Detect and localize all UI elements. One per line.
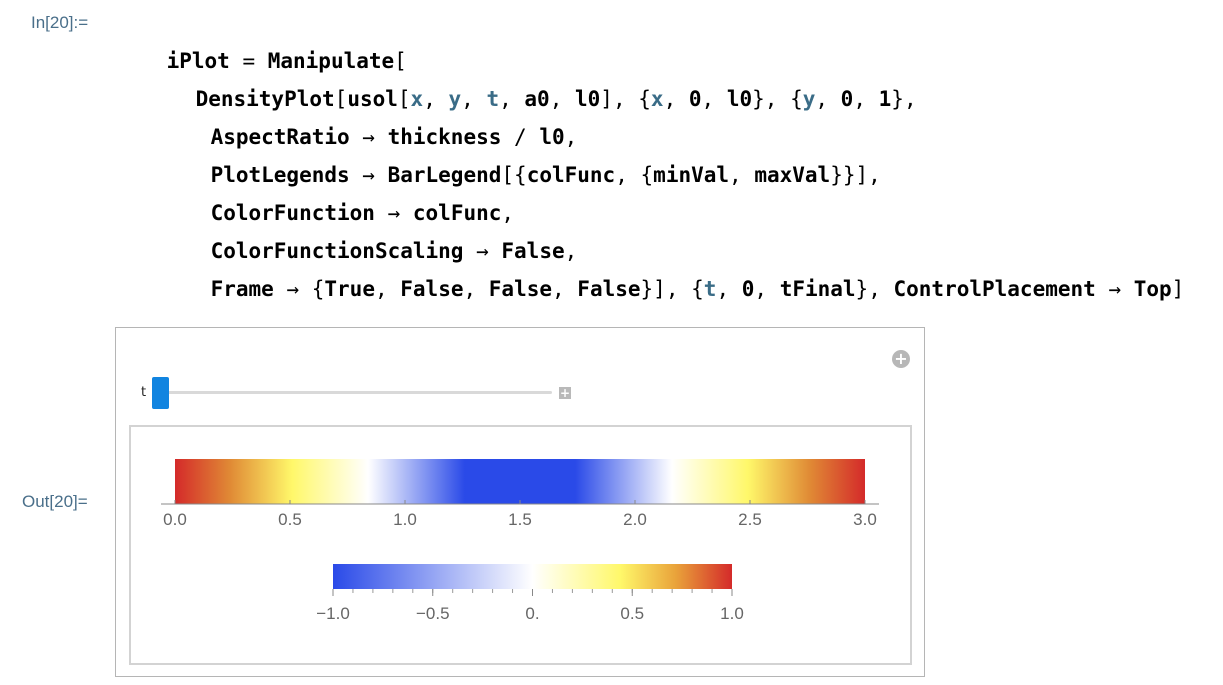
legend-tick-label: 0. <box>525 604 539 623</box>
manipulate-panel: + t + 0.0 0.5 1.0 1.5 2.0 2.5 3.0 −1.0 −… <box>115 327 925 677</box>
plot-pane: 0.0 0.5 1.0 1.5 2.0 2.5 3.0 −1.0 −0.5 0. 0.5 1.0 <box>129 425 912 665</box>
density-plot-image <box>175 459 865 504</box>
t-slider-track[interactable] <box>152 391 552 394</box>
output-cell-label: Out[20]= <box>22 492 88 511</box>
bar-legend-ticks: −1.0 −0.5 0. 0.5 1.0 <box>316 589 744 623</box>
plot-tick-label: 1.0 <box>393 510 417 529</box>
plus-square-icon[interactable]: + <box>559 387 571 399</box>
plot-tick-label: 3.0 <box>853 510 877 529</box>
legend-tick-label: 0.5 <box>620 604 644 623</box>
density-plot-svg: 0.0 0.5 1.0 1.5 2.0 2.5 3.0 −1.0 −0.5 0. 0.5 1.0 <box>161 459 879 623</box>
plot-tick-label: 0.0 <box>163 510 187 529</box>
t-slider-thumb[interactable] <box>152 377 169 409</box>
input-code[interactable]: iPlot = Manipulate[ DensityPlot[usol[x, … <box>0 0 1185 304</box>
legend-tick-label: −0.5 <box>416 604 450 623</box>
plot-tick-label: 1.5 <box>508 510 532 529</box>
legend-tick-label: 1.0 <box>720 604 744 623</box>
plus-circle-icon[interactable]: + <box>892 350 910 368</box>
slider-variable-label: t <box>141 385 147 400</box>
plot-tick-label: 0.5 <box>278 510 302 529</box>
plot-tick-label: 2.5 <box>738 510 762 529</box>
input-cell-label: In[20]:= <box>31 13 89 32</box>
legend-tick-label: −1.0 <box>316 604 350 623</box>
bar-legend-gradient <box>333 564 732 589</box>
plot-tick-label: 2.0 <box>623 510 647 529</box>
